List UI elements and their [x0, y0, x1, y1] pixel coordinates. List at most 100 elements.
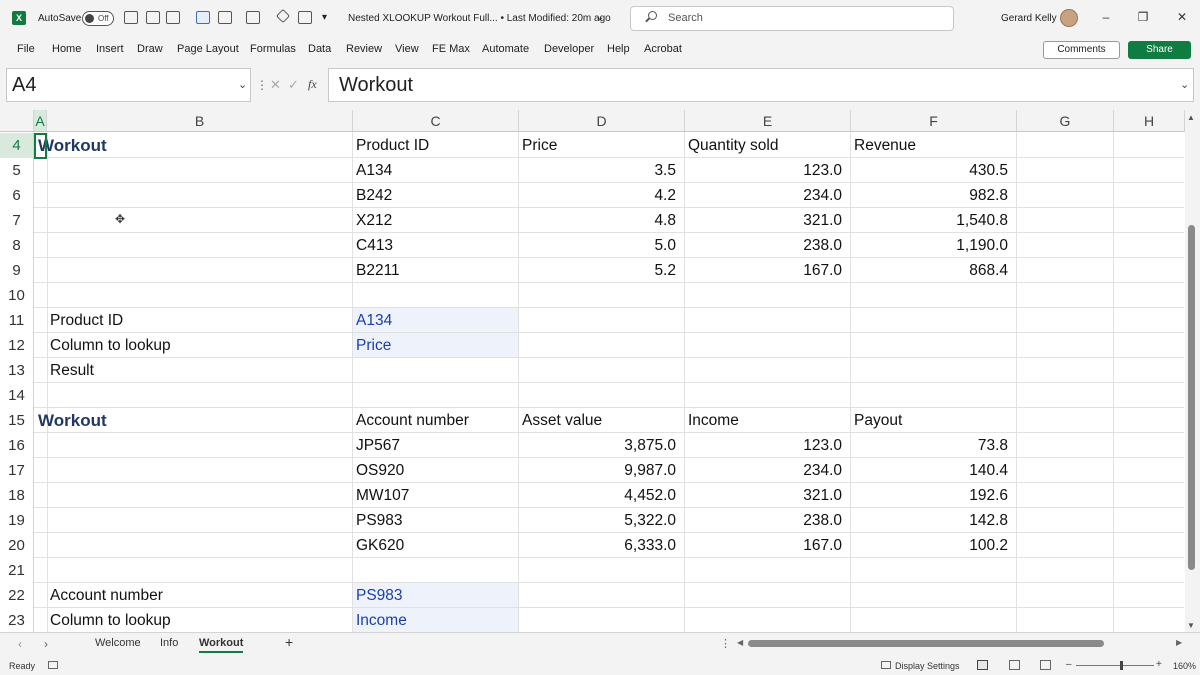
menu-fe-max[interactable]: FE Max	[432, 43, 470, 55]
cell-f19[interactable]: 142.8	[851, 508, 1016, 533]
menu-home[interactable]: Home	[52, 43, 81, 55]
cell-b22[interactable]: Account number	[47, 583, 166, 608]
menu-draw[interactable]: Draw	[137, 43, 163, 55]
add-sheet-button[interactable]: +	[285, 634, 293, 650]
cell-f5[interactable]: 430.5	[851, 158, 1016, 183]
scroll-left-icon[interactable]: ◀	[737, 638, 743, 647]
cell-c11[interactable]: A134	[353, 308, 518, 333]
cell-e5[interactable]: 123.0	[685, 158, 850, 183]
cell-e9[interactable]: 167.0	[685, 258, 850, 283]
cell-c4[interactable]: Product ID	[353, 133, 518, 158]
menu-file[interactable]: File	[17, 43, 35, 55]
zoom-slider-thumb[interactable]	[1120, 661, 1123, 670]
menu-page-layout[interactable]: Page Layout	[177, 43, 239, 55]
cell-d16[interactable]: 3,875.0	[519, 433, 684, 458]
row-header-15[interactable]: 15	[0, 408, 34, 433]
display-settings-icon[interactable]	[881, 661, 891, 669]
cell-e18[interactable]: 321.0	[685, 483, 850, 508]
cell-f4[interactable]: Revenue	[851, 133, 1016, 158]
cancel-icon[interactable]: ✕	[270, 77, 281, 93]
row-header-23[interactable]: 23	[0, 608, 34, 632]
row-header-5[interactable]: 5	[0, 158, 34, 183]
name-box-dropdown-icon[interactable]: ⌄	[238, 78, 247, 91]
row-header-20[interactable]: 20	[0, 533, 34, 558]
tab-prev-icon[interactable]: ‹	[18, 637, 22, 651]
menu-formulas[interactable]: Formulas	[250, 43, 296, 55]
cell-d9[interactable]: 5.2	[519, 258, 684, 283]
cell-b12[interactable]: Column to lookup	[47, 333, 174, 358]
tab-info[interactable]: Info	[160, 637, 178, 649]
cell-c23[interactable]: Income	[353, 608, 518, 633]
cell-b11[interactable]: Product ID	[47, 308, 126, 333]
row-header-22[interactable]: 22	[0, 583, 34, 608]
camera-icon[interactable]	[124, 11, 138, 24]
cell-f6[interactable]: 982.8	[851, 183, 1016, 208]
row-header-21[interactable]: 21	[0, 558, 34, 583]
cell-c15[interactable]: Account number	[353, 408, 518, 433]
menu-review[interactable]: Review	[346, 43, 382, 55]
column-header-f[interactable]: F	[851, 110, 1017, 132]
menu-developer[interactable]: Developer	[544, 43, 594, 55]
cell-c20[interactable]: GK620	[353, 533, 518, 558]
menu-automate[interactable]: Automate	[482, 43, 529, 55]
cell-e19[interactable]: 238.0	[685, 508, 850, 533]
cell-f20[interactable]: 100.2	[851, 533, 1016, 558]
column-header-b[interactable]: B	[47, 110, 353, 132]
cell-c8[interactable]: C413	[353, 233, 518, 258]
cell-c18[interactable]: MW107	[353, 483, 518, 508]
cell-c7[interactable]: X212	[353, 208, 518, 233]
page-layout-view-icon[interactable]	[1009, 660, 1020, 670]
scroll-down-icon[interactable]: ▼	[1187, 621, 1195, 630]
row-header-19[interactable]: 19	[0, 508, 34, 533]
minimize-icon[interactable]: –	[1098, 10, 1114, 24]
close-icon[interactable]: ✕	[1174, 10, 1190, 24]
cell-c22[interactable]: PS983	[353, 583, 518, 608]
row-header-7[interactable]: 7	[0, 208, 34, 233]
user-name[interactable]: Gerard Kelly	[1001, 13, 1057, 24]
cell-e15[interactable]: Income	[685, 408, 850, 433]
row-header-13[interactable]: 13	[0, 358, 34, 383]
menu-data[interactable]: Data	[308, 43, 331, 55]
cell-f9[interactable]: 868.4	[851, 258, 1016, 283]
cell-f15[interactable]: Payout	[851, 408, 1016, 433]
column-header-d[interactable]: D	[519, 110, 685, 132]
cell-a15[interactable]: Workout	[35, 408, 110, 433]
row-header-9[interactable]: 9	[0, 258, 34, 283]
cell-b23[interactable]: Column to lookup	[47, 608, 174, 633]
cell-c19[interactable]: PS983	[353, 508, 518, 533]
cell-d18[interactable]: 4,452.0	[519, 483, 684, 508]
cell-d20[interactable]: 6,333.0	[519, 533, 684, 558]
menu-view[interactable]: View	[395, 43, 419, 55]
cell-e4[interactable]: Quantity sold	[685, 133, 850, 158]
cell-e20[interactable]: 167.0	[685, 533, 850, 558]
tab-next-icon[interactable]: ›	[44, 637, 48, 651]
cell-d6[interactable]: 4.2	[519, 183, 684, 208]
expand-formula-icon[interactable]: ⌄	[1180, 78, 1189, 91]
row-header-8[interactable]: 8	[0, 233, 34, 258]
customize-toolbar-icon[interactable]: ▾	[322, 12, 327, 23]
row-header-18[interactable]: 18	[0, 483, 34, 508]
name-box[interactable]: A4	[6, 68, 251, 102]
cell-f8[interactable]: 1,190.0	[851, 233, 1016, 258]
cell-d5[interactable]: 3.5	[519, 158, 684, 183]
cell-c12[interactable]: Price	[353, 333, 518, 358]
row-header-11[interactable]: 11	[0, 308, 34, 333]
formula-input[interactable]: Workout	[328, 68, 1194, 102]
insert-function-icon[interactable]: fx	[308, 77, 317, 92]
vertical-scroll-thumb[interactable]	[1188, 225, 1195, 570]
cell-e16[interactable]: 123.0	[685, 433, 850, 458]
tab-welcome[interactable]: Welcome	[95, 637, 141, 649]
row-header-12[interactable]: 12	[0, 333, 34, 358]
cell-e6[interactable]: 234.0	[685, 183, 850, 208]
horizontal-scroll-thumb[interactable]	[748, 640, 1104, 647]
tab-workout[interactable]: Workout	[199, 637, 244, 653]
cell-d8[interactable]: 5.0	[519, 233, 684, 258]
cell-b13[interactable]: Result	[47, 358, 97, 383]
enter-icon[interactable]: ✓	[288, 77, 299, 93]
cell-c6[interactable]: B242	[353, 183, 518, 208]
document-title[interactable]: Nested XLOOKUP Workout Full... • Last Mo…	[348, 13, 611, 24]
cell-f16[interactable]: 73.8	[851, 433, 1016, 458]
cell-f17[interactable]: 140.4	[851, 458, 1016, 483]
zoom-in-icon[interactable]: +	[1156, 659, 1162, 670]
restore-icon[interactable]: ❐	[1135, 10, 1151, 24]
